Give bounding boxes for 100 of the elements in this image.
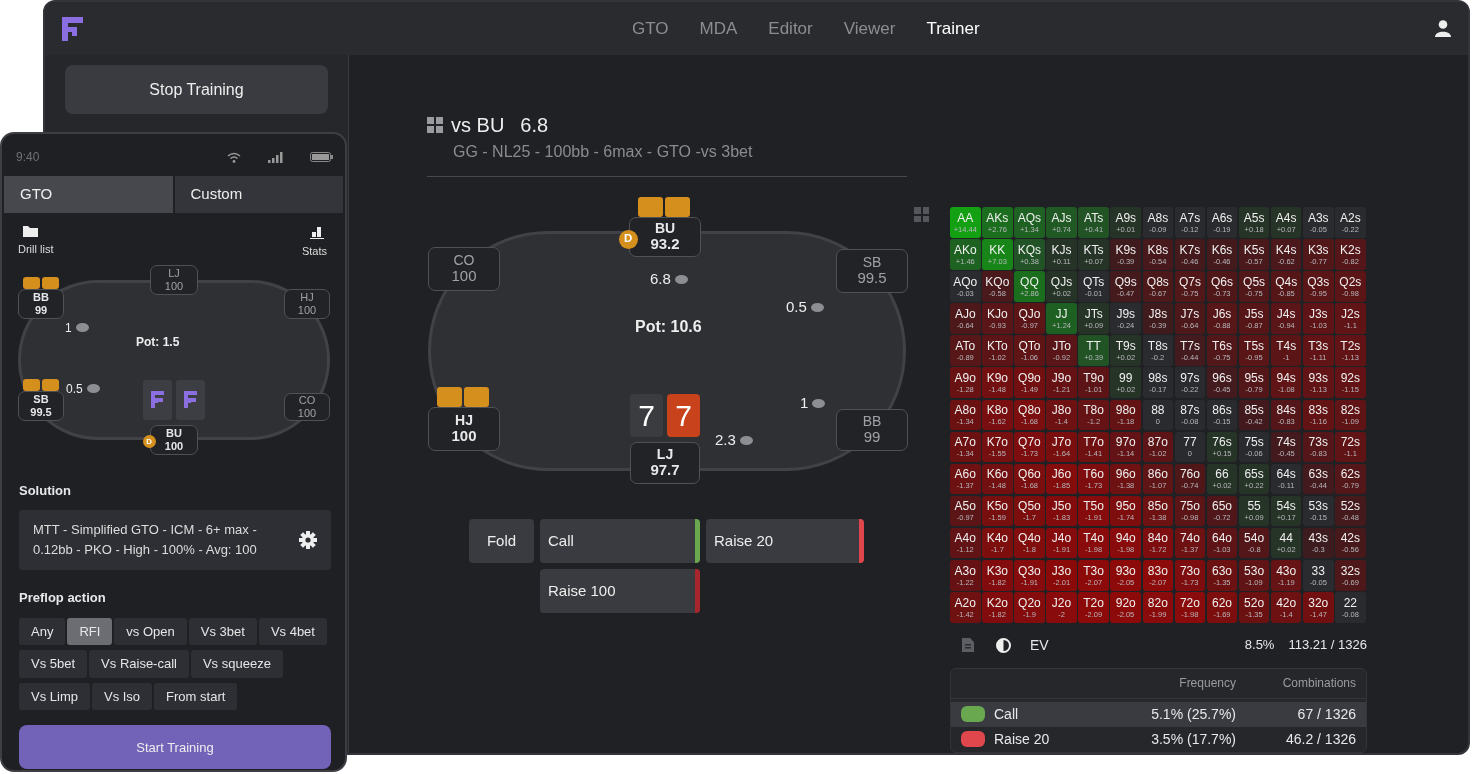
bet-amount: 2.3	[715, 430, 736, 450]
nav-link[interactable]: Trainer	[926, 15, 980, 42]
spot-title: vs BU	[451, 113, 505, 138]
nav-link[interactable]: Editor	[768, 15, 813, 42]
stats-row[interactable]: Call 5.1% (25.7%) 67 / 1326	[951, 701, 1366, 727]
user-icon[interactable]	[1435, 20, 1451, 37]
nav-link[interactable]: Viewer	[843, 15, 896, 42]
preflop-option[interactable]: Vs 5bet	[19, 650, 88, 678]
combinations-value: 67 / 1326	[1296, 704, 1356, 724]
hand-label: Q5s	[1243, 275, 1266, 288]
seat-position: CO	[453, 253, 475, 269]
tab[interactable]: GTO	[4, 176, 173, 213]
pot-amount: Pot: 10.6	[635, 317, 702, 337]
hand-label: QJs	[1050, 275, 1073, 288]
hand-label: K8s	[1147, 243, 1169, 256]
preflop-option[interactable]: Vs Iso	[91, 682, 153, 711]
grid-icon[interactable]	[427, 117, 443, 133]
hand-label: A4s	[1275, 211, 1297, 224]
playing-card: 7	[630, 394, 663, 437]
toolbar-button[interactable]: Drill list	[18, 225, 54, 260]
hand-label: 82o	[1147, 596, 1168, 609]
hand-label: A9o	[954, 371, 976, 384]
preflop-option[interactable]: Vs Limp	[19, 682, 90, 711]
hand-label: J2o	[1051, 596, 1072, 609]
hand-label: A5s	[1243, 211, 1265, 224]
hand-label: 85s	[1244, 404, 1264, 417]
preflop-option[interactable]: Vs 3bet	[188, 617, 257, 646]
hand-label: TT	[1086, 339, 1101, 352]
seat-position: BB	[862, 414, 882, 430]
nav-link[interactable]: GTO	[632, 15, 669, 42]
hand-label: J9o	[1051, 371, 1072, 384]
hand-label: 87o	[1147, 436, 1168, 449]
hand-label: 52s	[1340, 500, 1361, 513]
logo-icon[interactable]	[62, 16, 83, 41]
seat-position: HJ	[300, 291, 314, 304]
hand-label: A4o	[954, 532, 976, 545]
hand-label: J5o	[1051, 500, 1072, 513]
hand-label: Q8s	[1146, 275, 1169, 288]
hand-label: 43o	[1276, 564, 1297, 577]
ev-label[interactable]: EV	[1030, 634, 1049, 656]
solution-box[interactable]: MTT - Simplified GTO - ICM - 6+ max - 0.12bb - PKO - High - 100% - Avg: 100	[19, 510, 331, 571]
action-button[interactable]: Call	[540, 519, 700, 563]
column-header: Frequency	[1179, 675, 1236, 693]
hand-label: 42o	[1276, 596, 1297, 609]
preflop-option[interactable]: Any	[19, 617, 66, 646]
chip-icon	[86, 384, 100, 393]
hand-label: K9s	[1115, 243, 1137, 256]
hand-label: KTs	[1083, 243, 1104, 256]
hand-label: 84o	[1147, 532, 1168, 545]
document-icon[interactable]	[962, 638, 974, 653]
hand-label: Q3o	[1018, 564, 1041, 577]
preflop-option[interactable]: RFI	[67, 617, 113, 646]
hand-label: T2o	[1083, 596, 1104, 609]
hand-label: Q9s	[1114, 275, 1137, 288]
nav-link[interactable]: MDA	[699, 15, 738, 42]
hand-label: 32s	[1340, 564, 1361, 577]
hand-label: 42s	[1340, 532, 1361, 545]
hand-label: AKo	[953, 243, 977, 256]
hand-label: 94o	[1115, 532, 1136, 545]
tab[interactable]: Custom	[174, 176, 343, 213]
preflop-option[interactable]: Vs squeeze	[190, 650, 283, 678]
hand-label: J2s	[1341, 307, 1360, 320]
card-back-icon	[176, 379, 205, 420]
hand-label: ATo	[955, 339, 976, 352]
hand-label: T8s	[1147, 339, 1168, 352]
seat-position: LJ	[656, 447, 674, 463]
seat-position: BU	[166, 427, 182, 440]
hand-label: Q7o	[1018, 436, 1041, 449]
hand-label: 62o	[1212, 596, 1232, 609]
hand-label: Q9o	[1018, 371, 1041, 384]
hand-label: K9o	[986, 371, 1008, 384]
bet-amount: 1	[65, 319, 72, 337]
action-button[interactable]: Raise 20	[706, 519, 864, 563]
action-button[interactable]: Fold	[469, 519, 534, 563]
hand-label: KK	[989, 243, 1006, 256]
start-training-button[interactable]: Start Training	[19, 725, 331, 770]
hand-label: 64s	[1276, 468, 1296, 481]
bet-amount: 6.8	[650, 269, 671, 289]
hand-label: K6s	[1211, 243, 1233, 256]
contrast-icon[interactable]	[996, 637, 1011, 653]
toolbar-button[interactable]: Stats	[301, 225, 327, 260]
preflop-option[interactable]: Vs Raise-call	[89, 650, 189, 678]
action-button[interactable]: Raise 100	[540, 569, 700, 613]
hand-label: K4o	[986, 532, 1008, 545]
hand-label: A2s	[1340, 211, 1361, 224]
seat-stack: 99	[863, 429, 881, 446]
hand-label: 54s	[1276, 500, 1296, 513]
preflop-option[interactable]: From start	[154, 682, 238, 711]
preflop-option[interactable]: vs Open	[114, 617, 187, 646]
stop-training-button[interactable]: Stop Training	[65, 65, 328, 114]
settings-icon[interactable]	[299, 531, 317, 550]
hand-label: 94s	[1276, 371, 1296, 384]
playing-card: 7	[667, 394, 700, 437]
hand-label: 77	[1183, 436, 1197, 449]
hand-label: 99	[1119, 371, 1133, 384]
stats-row[interactable]: Raise 20 3.5% (17.7%) 46.2 / 1326	[951, 726, 1366, 752]
preflop-option[interactable]: Vs 4bet	[258, 617, 327, 646]
action-name: Raise 20	[994, 729, 1050, 749]
hand-label: J5s	[1244, 307, 1264, 320]
hand-label: J4s	[1276, 307, 1296, 320]
